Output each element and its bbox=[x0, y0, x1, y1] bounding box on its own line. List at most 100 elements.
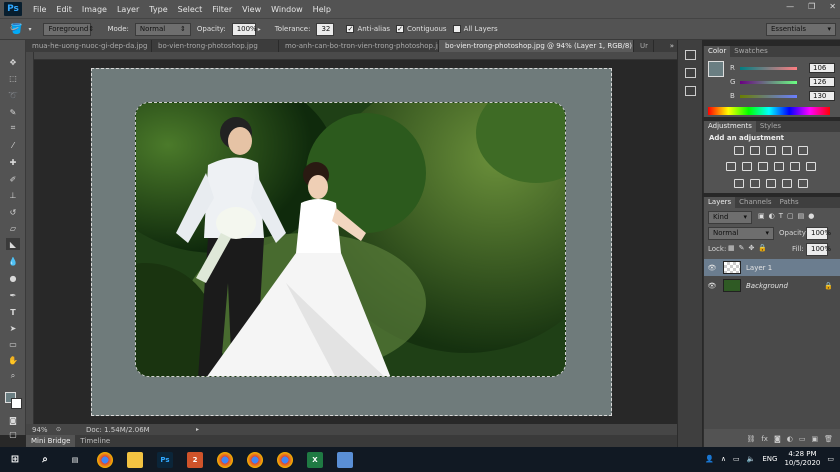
restore-button[interactable]: ❐ bbox=[808, 2, 815, 11]
history-brush-tool-icon[interactable]: ↺ bbox=[6, 206, 20, 218]
document-canvas[interactable] bbox=[91, 68, 612, 416]
new-layer-icon[interactable]: ▣ bbox=[811, 435, 818, 447]
hand-tool-icon[interactable]: ✋ bbox=[6, 354, 20, 366]
quick-select-tool-icon[interactable]: ✎ bbox=[6, 106, 20, 118]
eyedropper-tool-icon[interactable]: ⁄ bbox=[6, 139, 20, 151]
link-icon[interactable]: ⛓ bbox=[746, 435, 755, 447]
layer-name[interactable]: Background bbox=[746, 282, 788, 290]
history-icon[interactable] bbox=[685, 50, 696, 60]
menu-file[interactable]: File bbox=[28, 5, 51, 14]
screen-mode-icon[interactable]: ▢ bbox=[6, 428, 20, 440]
slider-g[interactable]: G 126 bbox=[730, 77, 835, 87]
close-button[interactable]: ✕ bbox=[829, 2, 836, 11]
chrome-icon[interactable] bbox=[277, 451, 293, 468]
mask-icon[interactable]: ◙ bbox=[774, 435, 781, 447]
brush-tool-icon[interactable]: ✐ bbox=[6, 173, 20, 185]
tab-layers[interactable]: Layers bbox=[704, 197, 736, 208]
language-indicator[interactable]: ENG bbox=[762, 455, 777, 463]
canvas-area[interactable] bbox=[26, 52, 677, 424]
app-icon[interactable]: 2 bbox=[187, 451, 203, 468]
path-select-tool-icon[interactable]: ➤ bbox=[6, 322, 20, 334]
status-info-icon[interactable]: ⊙ bbox=[56, 426, 66, 433]
doc-tab-active[interactable]: bo-vien-trong-photoshop.jpg @ 94% (Layer… bbox=[439, 40, 634, 52]
color-lookup-icon[interactable] bbox=[806, 162, 816, 171]
menu-layer[interactable]: Layer bbox=[112, 5, 144, 14]
hue-saturation-icon[interactable] bbox=[726, 162, 736, 171]
color-balance-icon[interactable] bbox=[742, 162, 752, 171]
chrome-icon[interactable] bbox=[217, 451, 233, 468]
blend-mode-select[interactable]: Normal ▾ bbox=[708, 227, 774, 240]
doc-tab[interactable]: mua-he-uong-nuoc-gi-dep-da.jpg bbox=[26, 40, 152, 52]
people-icon[interactable]: 👤 bbox=[705, 455, 714, 463]
color-swatches[interactable] bbox=[5, 392, 23, 410]
green-slider-track[interactable] bbox=[740, 80, 797, 84]
mode-select[interactable]: Normal ⇕ bbox=[134, 22, 191, 36]
layer-fill-input[interactable]: 100% bbox=[806, 243, 831, 256]
opacity-input[interactable]: 100% bbox=[231, 22, 257, 36]
zoom-tool-icon[interactable]: ⌕ bbox=[6, 370, 20, 382]
slider-r[interactable]: R 106 bbox=[730, 63, 835, 73]
fx-icon[interactable]: fx bbox=[761, 435, 768, 447]
paint-bucket-icon[interactable]: 🪣 bbox=[10, 24, 22, 35]
photoshop-taskbar-icon[interactable]: Ps bbox=[157, 451, 173, 468]
posterize-icon[interactable] bbox=[750, 179, 760, 188]
windows-start-icon[interactable]: ⊞ bbox=[7, 452, 23, 468]
red-value-input[interactable]: 106 bbox=[809, 63, 835, 73]
doc-tab[interactable]: bo-vien-trong-photoshop.jpg bbox=[152, 40, 279, 52]
tab-timeline[interactable]: Timeline bbox=[75, 435, 115, 447]
vibrance-icon[interactable] bbox=[798, 146, 808, 155]
task-view-icon[interactable]: ▤ bbox=[67, 452, 83, 468]
slider-b[interactable]: B 130 bbox=[730, 91, 835, 101]
tab-styles[interactable]: Styles bbox=[756, 121, 785, 132]
threshold-icon[interactable] bbox=[766, 179, 776, 188]
group-icon[interactable]: ▭ bbox=[799, 435, 806, 447]
tabs-overflow-icon[interactable]: » bbox=[667, 40, 677, 52]
tab-paths[interactable]: Paths bbox=[776, 197, 803, 208]
tab-adjustments[interactable]: Adjustments bbox=[704, 121, 756, 132]
menu-window[interactable]: Window bbox=[266, 5, 308, 14]
workspace-select[interactable]: Essentials ▾ bbox=[766, 23, 836, 36]
move-tool-icon[interactable]: ✥ bbox=[6, 56, 20, 68]
paint-bucket-tool-icon[interactable]: ◣ bbox=[6, 238, 20, 250]
all-layers-checkbox[interactable]: All Layers bbox=[452, 25, 498, 33]
stamp-tool-icon[interactable]: ⊥ bbox=[6, 189, 20, 201]
black-white-icon[interactable] bbox=[758, 162, 768, 171]
tab-mini-bridge[interactable]: Mini Bridge bbox=[26, 435, 76, 447]
actions-icon[interactable] bbox=[685, 68, 696, 78]
background-color-swatch[interactable] bbox=[11, 398, 22, 409]
properties-icon[interactable] bbox=[685, 86, 696, 96]
network-icon[interactable]: ▭ bbox=[733, 455, 740, 463]
layer-opacity-input[interactable]: 100% bbox=[806, 227, 831, 240]
doc-tab[interactable]: mo-anh-can-bo-tron-vien-trong-photoshop.… bbox=[279, 40, 439, 52]
eraser-tool-icon[interactable]: ▱ bbox=[6, 222, 20, 234]
lock-icons[interactable]: ▦✎✥🔒 bbox=[728, 244, 771, 252]
status-menu-arrow-icon[interactable]: ▸ bbox=[196, 426, 199, 433]
trash-icon[interactable]: 🗑 bbox=[824, 435, 833, 447]
tray-arrow-icon[interactable]: ∧ bbox=[721, 455, 726, 463]
curves-icon[interactable] bbox=[766, 146, 776, 155]
tab-channels[interactable]: Channels bbox=[735, 197, 775, 208]
search-icon[interactable]: ⌕ bbox=[37, 452, 53, 468]
red-slider-track[interactable] bbox=[740, 66, 797, 70]
fill-source-select[interactable]: Foreground ⇕ bbox=[43, 22, 94, 36]
menu-edit[interactable]: Edit bbox=[51, 5, 77, 14]
notifications-icon[interactable]: ▭ bbox=[827, 455, 834, 463]
menu-type[interactable]: Type bbox=[144, 5, 172, 14]
contiguous-checkbox[interactable]: ✓ Contiguous bbox=[396, 25, 447, 33]
healing-tool-icon[interactable]: ✚ bbox=[6, 156, 20, 168]
exposure-icon[interactable] bbox=[782, 146, 792, 155]
tolerance-input[interactable]: 32 bbox=[316, 22, 335, 36]
layer-kind-filter[interactable]: Kind ▾ bbox=[708, 211, 752, 224]
file-explorer-icon[interactable] bbox=[127, 451, 143, 468]
doc-tab[interactable]: Ur bbox=[634, 40, 654, 52]
tab-color[interactable]: Color bbox=[704, 46, 731, 57]
crop-tool-icon[interactable]: ⌗ bbox=[6, 122, 20, 134]
opacity-dropdown-icon[interactable]: ▸ bbox=[258, 26, 261, 33]
channel-mixer-icon[interactable] bbox=[790, 162, 800, 171]
blue-slider-track[interactable] bbox=[740, 94, 797, 98]
chrome-icon[interactable] bbox=[97, 451, 113, 468]
type-tool-icon[interactable]: T bbox=[6, 306, 20, 318]
lasso-tool-icon[interactable]: ➰ bbox=[6, 89, 20, 101]
selective-color-icon[interactable] bbox=[798, 179, 808, 188]
levels-icon[interactable] bbox=[750, 146, 760, 155]
